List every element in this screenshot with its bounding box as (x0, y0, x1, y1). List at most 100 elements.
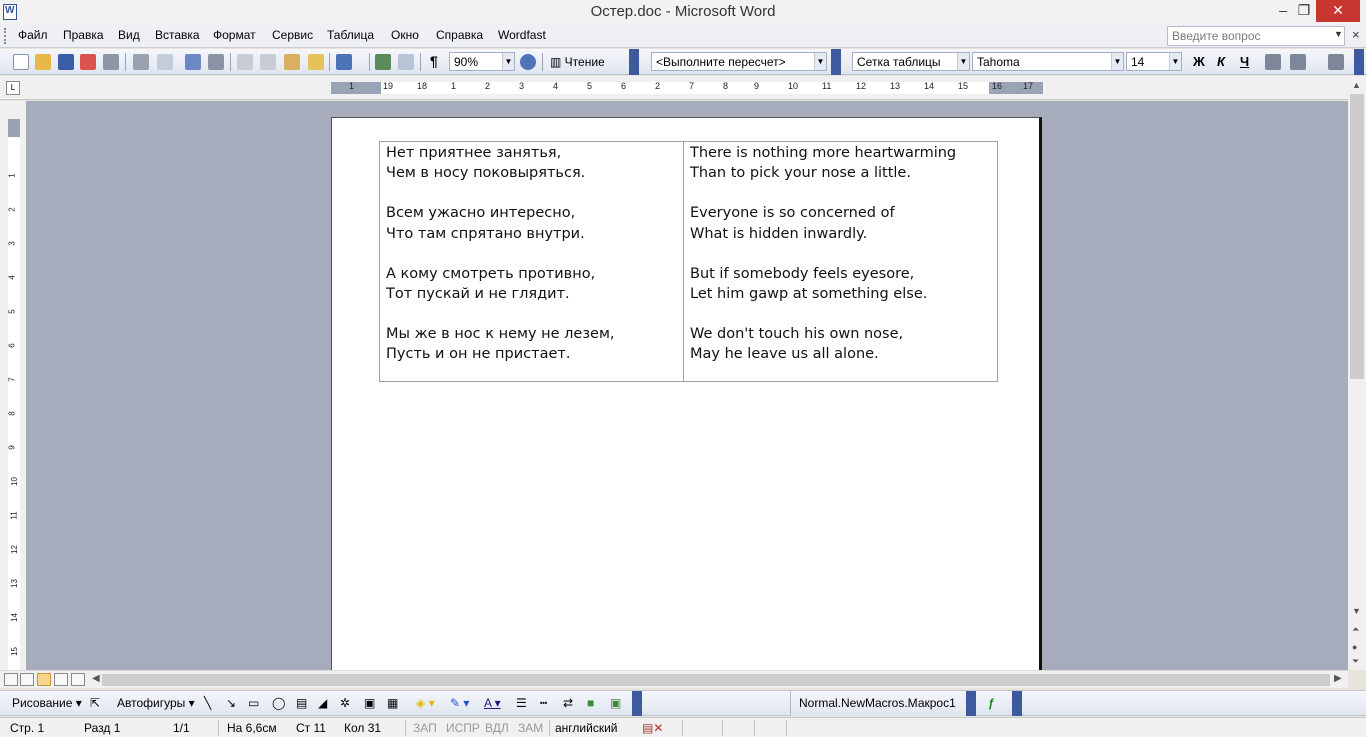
chevron-down-icon[interactable]: ▼ (1111, 53, 1123, 70)
undo-icon[interactable] (336, 54, 352, 70)
document-close-button[interactable]: × (1352, 27, 1360, 42)
russian-column[interactable]: Нет приятнее занятья, Чем в носу поковыря… (379, 141, 684, 382)
menu-help[interactable]: Справка (436, 28, 483, 42)
line-icon[interactable]: ╲ (204, 696, 211, 710)
status-overtype[interactable]: ЗАМ (518, 721, 543, 735)
status-track-changes[interactable]: ИСПР (446, 721, 480, 735)
macro-button[interactable]: Normal.NewMacros.Макрос1 (799, 696, 956, 710)
chevron-down-icon[interactable]: ▼ (814, 53, 826, 70)
bold-button[interactable]: Ж (1193, 54, 1205, 69)
menu-edit[interactable]: Правка (63, 28, 104, 42)
vertical-scrollbar[interactable]: ▲ ▼ ⏶ ● ⏷ (1348, 76, 1366, 670)
font-size-combo[interactable]: 14 ▼ (1126, 52, 1182, 71)
vertical-ruler[interactable]: 1 2 3 4 5 6 7 8 9 10 11 12 13 14 15 (0, 101, 26, 670)
menu-window[interactable]: Окно (391, 28, 419, 42)
poem-table[interactable]: Нет приятнее занятья, Чем в носу поковыря… (379, 141, 998, 382)
justify-icon[interactable] (1265, 54, 1281, 70)
print-layout-view-icon[interactable] (37, 673, 51, 686)
menu-tools[interactable]: Сервис (272, 28, 313, 42)
rectangle-icon[interactable]: ▭ (248, 696, 259, 710)
3d-style-icon[interactable]: ▣ (610, 696, 621, 710)
zoom-combo[interactable]: 90% ▼ (449, 52, 515, 71)
normal-view-icon[interactable] (4, 673, 18, 686)
menu-format[interactable]: Формат (213, 28, 256, 42)
toolbar-options-icon[interactable] (1012, 691, 1022, 716)
print-preview-icon[interactable] (157, 54, 173, 70)
close-button[interactable]: ✕ (1316, 0, 1360, 22)
reading-view-icon[interactable] (71, 673, 85, 686)
browse-object-icon[interactable]: ● (1352, 642, 1357, 652)
draw-menu-button[interactable]: Рисование ▾ (12, 696, 82, 710)
style-combo[interactable]: Сетка таблицы ▼ (852, 52, 970, 71)
field-combo[interactable]: <Выполните пересчет> ▼ (651, 52, 827, 71)
tables-borders-icon[interactable] (398, 54, 414, 70)
wordfast-icon[interactable]: ƒ (988, 696, 995, 710)
shadow-icon[interactable]: ■ (587, 696, 594, 710)
scroll-up-icon[interactable]: ▲ (1352, 80, 1361, 90)
email-icon[interactable] (103, 54, 119, 70)
spelling-icon[interactable] (185, 54, 201, 70)
ask-dropdown-icon[interactable]: ▼ (1334, 29, 1343, 39)
save-icon[interactable] (58, 54, 74, 70)
chevron-down-icon[interactable]: ▼ (1169, 53, 1181, 70)
clipart-icon[interactable]: ▣ (364, 696, 375, 710)
help-icon[interactable] (520, 54, 536, 70)
print-icon[interactable] (133, 54, 149, 70)
diagram-icon[interactable]: ✲ (340, 696, 350, 710)
outline-view-icon[interactable] (54, 673, 68, 686)
chevron-down-icon[interactable]: ▼ (502, 53, 514, 70)
wordart-icon[interactable]: ◢ (318, 696, 327, 710)
menu-grip-icon[interactable] (4, 28, 7, 44)
line-color-icon[interactable]: ✎ ▾ (450, 696, 469, 710)
scroll-right-icon[interactable]: ▶ (1334, 673, 1342, 684)
web-view-icon[interactable] (20, 673, 34, 686)
horizontal-ruler[interactable]: 1 2 1 2 3 4 5 6 7 8 9 10 11 12 13 14 15 … (331, 81, 1043, 94)
open-folder-icon[interactable] (35, 54, 51, 70)
bullets-icon[interactable] (1328, 54, 1344, 70)
status-language[interactable]: английский (555, 721, 617, 735)
status-record[interactable]: ЗАП (413, 721, 437, 735)
toolbar-options-icon[interactable] (1354, 49, 1364, 75)
font-color-icon[interactable]: A ▾ (484, 696, 501, 710)
arrow-icon[interactable]: ↘ (226, 696, 236, 710)
horizontal-scrollbar[interactable]: ◀ ▶ (0, 670, 1348, 688)
chevron-down-icon[interactable]: ▼ (957, 53, 969, 70)
line-spacing-icon[interactable] (1290, 54, 1306, 70)
menu-wordfast[interactable]: Wordfast (498, 28, 546, 42)
picture-icon[interactable]: ▦ (387, 696, 398, 710)
research-icon[interactable] (208, 54, 224, 70)
toolbar-options-icon[interactable] (966, 691, 976, 716)
menu-table[interactable]: Таблица (327, 28, 374, 42)
textbox-icon[interactable]: ▤ (296, 696, 307, 710)
toolbar-options-icon[interactable] (632, 691, 642, 716)
new-document-icon[interactable] (13, 54, 29, 70)
english-column[interactable]: There is nothing more heartwarming Than t… (683, 141, 998, 382)
dash-style-icon[interactable]: ┅ (540, 696, 547, 710)
scroll-down-icon[interactable]: ▼ (1352, 606, 1361, 616)
document-workspace[interactable]: Нет приятнее занятья, Чем в носу поковыря… (26, 101, 1348, 670)
read-mode-button[interactable]: ▥ Чтение (550, 55, 605, 69)
permission-icon[interactable] (80, 54, 96, 70)
horizontal-scroll-thumb[interactable] (102, 674, 1330, 686)
autoshapes-menu-button[interactable]: Автофигуры ▾ (117, 696, 195, 710)
spelling-status-icon[interactable]: ▤✕ (642, 721, 663, 735)
menu-file[interactable]: Файл (18, 28, 48, 42)
show-hide-paragraph-button[interactable]: ¶ (430, 53, 438, 69)
status-extend[interactable]: ВДЛ (485, 721, 509, 735)
hyperlink-icon[interactable] (375, 54, 391, 70)
menu-insert[interactable]: Вставка (155, 28, 200, 42)
format-painter-icon[interactable] (308, 54, 324, 70)
copy-icon[interactable] (260, 54, 276, 70)
toolbar-options-icon[interactable] (831, 49, 841, 75)
document-page[interactable]: Нет приятнее занятья, Чем в носу поковыря… (331, 117, 1042, 670)
cut-icon[interactable] (237, 54, 253, 70)
scroll-left-icon[interactable]: ◀ (92, 673, 100, 684)
ask-question-input[interactable]: Введите вопрос (1167, 26, 1345, 46)
vertical-scroll-thumb[interactable] (1350, 94, 1364, 379)
previous-page-icon[interactable]: ⏶ (1352, 624, 1359, 635)
font-combo[interactable]: Tahoma ▼ (972, 52, 1124, 71)
fill-color-icon[interactable]: ◈ ▾ (416, 696, 435, 710)
next-page-icon[interactable]: ⏷ (1352, 656, 1359, 667)
underline-button[interactable]: Ч (1240, 54, 1249, 69)
oval-icon[interactable]: ◯ (272, 696, 285, 710)
